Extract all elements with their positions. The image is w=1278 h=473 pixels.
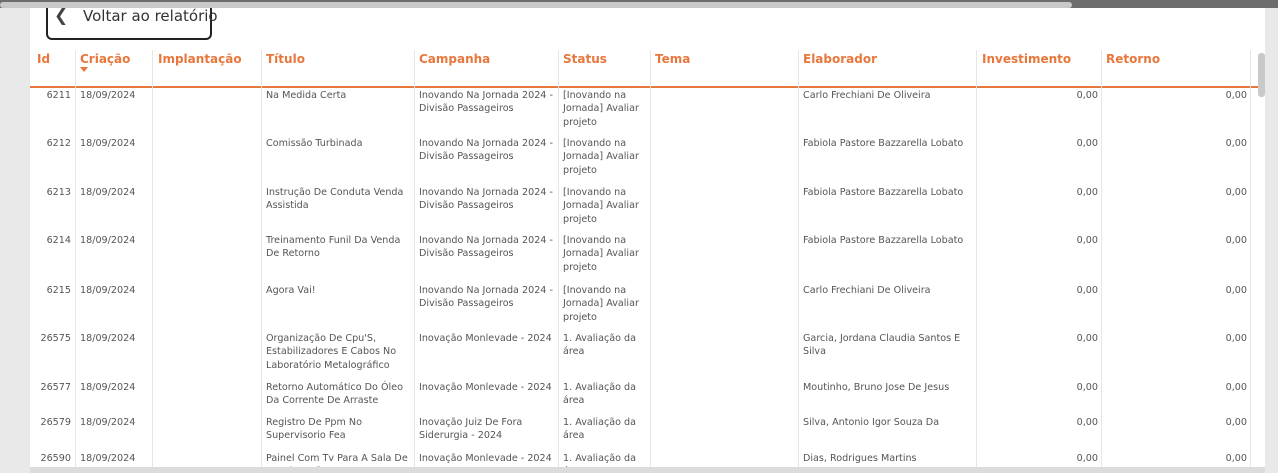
cell-titulo: Comissão Turbinada: [266, 138, 363, 149]
column-divider: [1250, 50, 1251, 473]
cell-id: 6211: [46, 90, 71, 101]
chevron-left-icon: ❮: [54, 8, 69, 26]
cell-retorno: 0,00: [1225, 453, 1247, 464]
cell-campanha: Inovando Na Jornada 2024 - Divisão Passa…: [419, 285, 553, 310]
header-titulo[interactable]: Título: [266, 52, 305, 66]
cell-criacao: 18/09/2024: [80, 285, 136, 296]
cell-titulo: Treinamento Funil Da Venda De Retorno: [266, 235, 401, 260]
cell-campanha: Inovando Na Jornada 2024 - Divisão Passa…: [419, 138, 553, 163]
cell-status: [Inovando na Jornada] Avaliar projeto: [563, 187, 639, 225]
cell-retorno: 0,00: [1225, 90, 1247, 101]
column-divider: [261, 50, 262, 473]
report-panel: ❮ Voltar ao relatório Id Criação Implant…: [30, 8, 1265, 473]
cell-elaborador: Fabiola Pastore Bazzarella Lobato: [803, 138, 964, 149]
header-investimento[interactable]: Investimento: [982, 52, 1071, 66]
cell-titulo: Agora Vai!: [266, 285, 316, 296]
cell-retorno: 0,00: [1225, 235, 1247, 246]
cell-titulo: Retorno Automático Do Óleo Da Corrente D…: [266, 382, 403, 407]
column-divider: [798, 50, 799, 473]
cell-id: 6213: [46, 187, 71, 198]
cell-retorno: 0,00: [1225, 382, 1247, 393]
cell-id: 26577: [40, 382, 71, 393]
cell-campanha: Inovação Monlevade - 2024: [419, 382, 552, 393]
cell-elaborador: Moutinho, Bruno Jose De Jesus: [803, 382, 950, 393]
cell-status: 1. Avaliação da área: [563, 333, 637, 358]
header-implantacao[interactable]: Implantação: [158, 52, 242, 66]
cell-investimento: 0,00: [1076, 90, 1098, 101]
cell-investimento: 0,00: [1076, 187, 1098, 198]
cell-elaborador: Carlo Frechiani De Oliveira: [803, 90, 931, 101]
cell-investimento: 0,00: [1076, 235, 1098, 246]
column-divider: [976, 50, 977, 473]
cell-investimento: 0,00: [1076, 453, 1098, 464]
cell-retorno: 0,00: [1225, 417, 1247, 428]
cell-campanha: Inovando Na Jornada 2024 - Divisão Passa…: [419, 187, 553, 212]
cell-retorno: 0,00: [1225, 333, 1247, 344]
cell-criacao: 18/09/2024: [80, 187, 136, 198]
back-to-report-button[interactable]: ❮ Voltar ao relatório: [46, 8, 218, 40]
cell-status: [Inovando na Jornada] Avaliar projeto: [563, 285, 639, 323]
header-status[interactable]: Status: [563, 52, 607, 66]
cell-status: [Inovando na Jornada] Avaliar projeto: [563, 235, 639, 273]
cell-titulo: Organização De Cpu'S, Estabilizadores E …: [266, 333, 397, 371]
header-campanha[interactable]: Campanha: [419, 52, 490, 66]
cell-status: 1. Avaliação da área: [563, 382, 637, 407]
vertical-scrollbar[interactable]: [1258, 53, 1265, 97]
cell-criacao: 18/09/2024: [80, 90, 136, 101]
cell-id: 26575: [40, 333, 71, 344]
cell-campanha: Inovação Monlevade - 2024: [419, 453, 552, 464]
cell-criacao: 18/09/2024: [80, 453, 136, 464]
cell-elaborador: Fabiola Pastore Bazzarella Lobato: [803, 235, 964, 246]
header-criacao[interactable]: Criação: [80, 52, 130, 66]
cell-criacao: 18/09/2024: [80, 138, 136, 149]
cell-elaborador: Silva, Antonio Igor Souza Da: [803, 417, 940, 428]
column-divider: [75, 50, 76, 473]
cell-elaborador: Carlo Frechiani De Oliveira: [803, 285, 931, 296]
cell-criacao: 18/09/2024: [80, 333, 136, 344]
cell-campanha: Inovando Na Jornada 2024 - Divisão Passa…: [419, 235, 553, 260]
cell-id: 6212: [46, 138, 71, 149]
cell-elaborador: Fabiola Pastore Bazzarella Lobato: [803, 187, 964, 198]
cell-status: 1. Avaliação da área: [563, 417, 637, 442]
column-divider: [152, 50, 153, 473]
cell-investimento: 0,00: [1076, 382, 1098, 393]
cell-id: 26579: [40, 417, 71, 428]
cell-retorno: 0,00: [1225, 187, 1247, 198]
header-elaborador[interactable]: Elaborador: [803, 52, 877, 66]
cell-id: 6214: [46, 235, 71, 246]
cell-investimento: 0,00: [1076, 417, 1098, 428]
cell-criacao: 18/09/2024: [80, 417, 136, 428]
header-tema[interactable]: Tema: [655, 52, 690, 66]
column-divider: [414, 50, 415, 473]
window-top-bar: [0, 0, 1278, 8]
table-header: Id Criação Implantação Título Campanha S…: [30, 44, 1265, 88]
cell-campanha: Inovando Na Jornada 2024 - Divisão Passa…: [419, 90, 553, 115]
cell-criacao: 18/09/2024: [80, 235, 136, 246]
header-id[interactable]: Id: [37, 52, 50, 66]
cell-titulo: Registro De Ppm No Supervisorio Fea: [266, 417, 362, 442]
cell-campanha: Inovação Juiz De Fora Siderurgia - 2024: [419, 417, 523, 442]
cell-elaborador: Garcia, Jordana Claudia Santos E Silva: [803, 333, 961, 358]
cell-id: 26590: [40, 453, 71, 464]
cell-titulo: Na Medida Certa: [266, 90, 347, 101]
cell-retorno: 0,00: [1225, 285, 1247, 296]
header-retorno[interactable]: Retorno: [1106, 52, 1160, 66]
cell-investimento: 0,00: [1076, 138, 1098, 149]
column-divider: [650, 50, 651, 473]
cell-titulo: Instrução De Conduta Venda Assistida: [266, 187, 404, 212]
cell-campanha: Inovação Monlevade - 2024: [419, 333, 552, 344]
column-divider: [1101, 50, 1102, 473]
cell-id: 6215: [46, 285, 71, 296]
cell-criacao: 18/09/2024: [80, 382, 136, 393]
cell-investimento: 0,00: [1076, 333, 1098, 344]
sort-descending-icon[interactable]: [80, 67, 88, 72]
cell-status: [Inovando na Jornada] Avaliar projeto: [563, 90, 639, 128]
cell-retorno: 0,00: [1225, 138, 1247, 149]
cell-status: [Inovando na Jornada] Avaliar projeto: [563, 138, 639, 176]
cell-elaborador: Dias, Rodrigues Martins: [803, 453, 917, 464]
back-button-label: Voltar ao relatório: [83, 8, 218, 25]
bottom-scroll-track[interactable]: [30, 467, 1265, 473]
cell-investimento: 0,00: [1076, 285, 1098, 296]
